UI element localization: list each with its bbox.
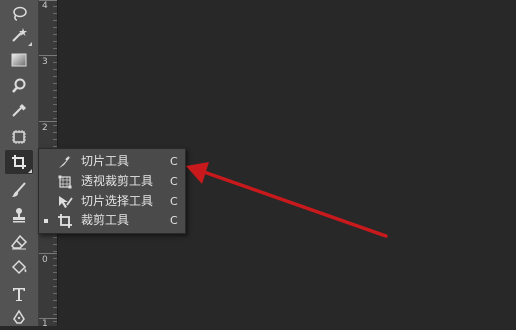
annotation-arrow [186, 162, 388, 238]
arrow-shaft [202, 170, 388, 238]
